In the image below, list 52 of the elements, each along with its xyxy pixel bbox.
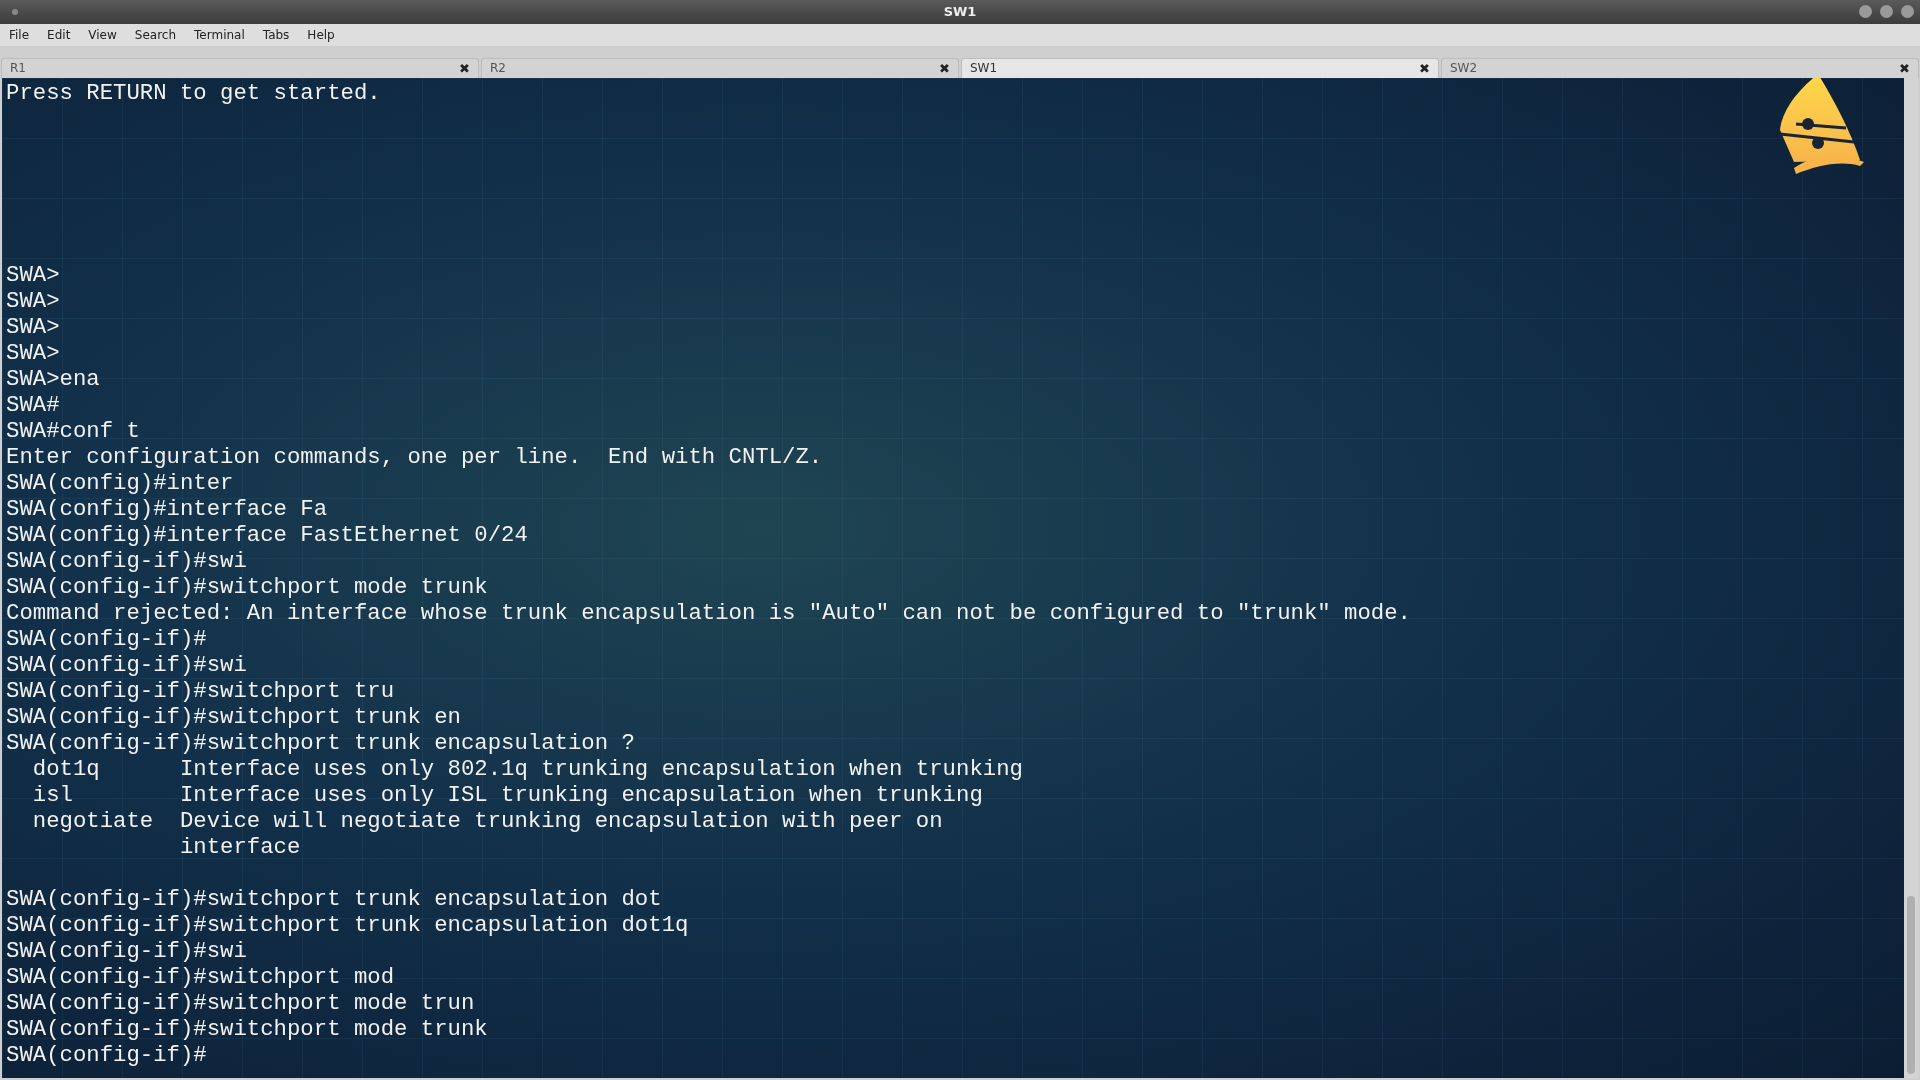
close-icon[interactable]: ✖ xyxy=(1419,58,1430,78)
terminal-line: SWA(config-if)#switchport trunk encapsulation dot xyxy=(6,886,662,912)
terminal-line: isl Interface uses only ISL trunking encapsulation when trunking xyxy=(31,782,983,808)
terminal-line: SWA(config-if)# xyxy=(6,1042,207,1068)
terminal-line: negotiate Device will negotiate trunking encapsulation with peer on xyxy=(31,808,943,834)
terminal-line: SWA> xyxy=(6,262,60,288)
terminal-line: SWA(config-if)#switchport trunk encapsulation dot1q xyxy=(6,912,689,938)
tab[interactable]: SW2 ✖ xyxy=(1441,57,1919,78)
window-title: SW1 xyxy=(943,3,977,22)
terminal-line: Command rejected: An interface whose trunk encapsulation is "Auto" can not be configured to "trunk" mode. xyxy=(6,600,1411,626)
terminal-line: SWA(config)#inter xyxy=(6,470,234,496)
tab[interactable]: SW1 ✖ xyxy=(961,57,1439,78)
terminal-line: SWA(config-if)#switchport mode trunk xyxy=(6,1016,488,1042)
menu-item[interactable]: File xyxy=(0,24,39,46)
maximize-icon[interactable] xyxy=(1880,5,1893,18)
menu-item[interactable]: Terminal xyxy=(185,24,254,46)
close-icon[interactable]: ✖ xyxy=(459,58,470,78)
terminal-line: SWA(config)#interface FastEthernet 0/24 xyxy=(6,522,528,548)
terminal-line: SWA(config-if)#swi xyxy=(6,548,247,574)
menu-item[interactable]: Help xyxy=(298,24,344,46)
terminal-line: SWA> xyxy=(6,288,60,314)
terminal-line: SWA> xyxy=(6,314,60,340)
terminal-line: SWA# xyxy=(6,392,60,418)
terminal-line: SWA(config)#interface Fa xyxy=(6,496,328,522)
terminal-line: dot1q Interface uses only 802.1q trunking encapsulation when trunking xyxy=(31,756,1023,782)
terminal-line: SWA>ena xyxy=(6,366,100,392)
terminal-line: interface xyxy=(178,834,301,860)
terminal-line: SWA(config-if)#swi xyxy=(6,938,247,964)
terminal-line: Enter configuration commands, one per line. End with CNTL/Z. xyxy=(6,444,823,470)
terminal-line: SWA(config-if)#switchport mod xyxy=(6,964,395,990)
window-menu-icon[interactable] xyxy=(12,9,18,15)
terminal-line: SWA(config-if)#switchport mode trunk xyxy=(6,574,488,600)
tab[interactable]: R2 ✖ xyxy=(481,57,959,78)
terminal-line: SWA> xyxy=(6,340,60,366)
terminal-line: SWA#conf t xyxy=(6,418,140,444)
menu-item[interactable]: Search xyxy=(125,24,186,46)
close-icon[interactable]: ✖ xyxy=(1899,58,1910,78)
menu-item[interactable]: Tabs xyxy=(253,24,299,46)
terminal-line: SWA(config-if)#swi xyxy=(6,652,247,678)
terminal-line: SWA(config-if)#switchport trunk en xyxy=(6,704,461,730)
minimize-icon[interactable] xyxy=(1859,5,1872,18)
close-icon[interactable]: ✖ xyxy=(939,58,950,78)
terminal-line: SWA(config-if)#switchport mode trun xyxy=(6,990,475,1016)
terminal-line: SWA(config-if)# xyxy=(6,626,207,652)
terminal-line: SWA(config-if)#switchport tru xyxy=(6,678,395,704)
scrollbar[interactable] xyxy=(1904,78,1918,1078)
menu-item[interactable]: Edit xyxy=(38,24,80,46)
terminal-line: SWA(config-if)#switchport trunk encapsulation ? xyxy=(6,730,635,756)
menu-item[interactable]: View xyxy=(79,24,126,46)
close-icon[interactable] xyxy=(1901,5,1914,18)
tab[interactable]: R1 ✖ xyxy=(1,57,479,78)
terminal-line: Press RETURN to get started. xyxy=(6,80,381,106)
